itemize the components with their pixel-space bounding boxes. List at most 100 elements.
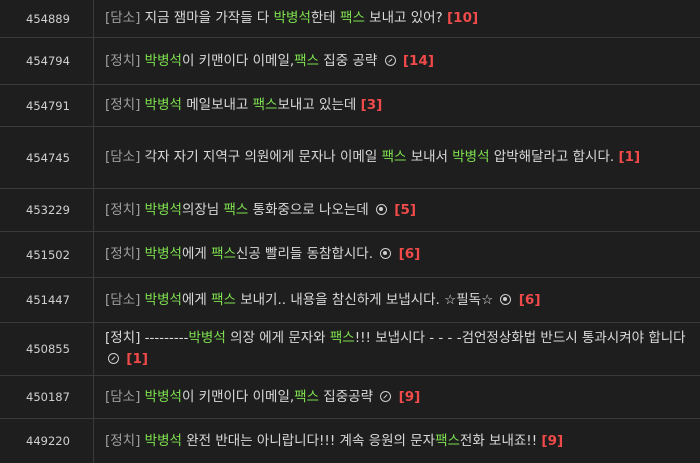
table-row[interactable]: 453229 [정치] 박병석의장님 팩스 통화중으로 나오는데 [5] (0, 189, 700, 232)
title-text: 에게 (181, 291, 212, 308)
title-text: 통화중으로 나오는데 (248, 201, 373, 218)
title-text: 에게 (181, 246, 212, 262)
highlighted-keyword: 박병석 (273, 10, 311, 26)
category-tag: [담소] (105, 149, 141, 165)
category-tag: [정치] (105, 201, 141, 218)
category-tag: [정치] (105, 97, 141, 113)
highlighted-keyword: 박병석 (144, 97, 182, 113)
title-text: 각자 자기 지역구 의원에게 문자나 이메일 (140, 149, 382, 165)
link-icon (108, 353, 119, 364)
column-divider (93, 323, 94, 375)
highlighted-keyword: 박병석 (144, 291, 182, 308)
highlighted-keyword: 박병석 (188, 330, 226, 346)
post-number: 449220 (26, 434, 70, 448)
photo-icon (376, 203, 387, 215)
post-title-link[interactable]: [담소] 각자 자기 지역구 의원에게 문자나 이메일 팩스 보내서 박병석 압… (103, 147, 700, 168)
post-title-link[interactable]: [정치] 박병석이 키맨이다 이메일,팩스 집중 공략 [14] (103, 51, 700, 72)
highlighted-keyword: 팩스 (329, 330, 355, 346)
highlighted-keyword: 팩스 (223, 201, 249, 218)
title-text: 이 키맨이다 이메일, (181, 52, 295, 69)
post-title-link[interactable]: [담소] 지금 잼마을 가작들 다 박병석한테 팩스 보내고 있어? [10] (103, 8, 700, 29)
post-number: 450855 (26, 342, 70, 356)
column-divider (93, 127, 94, 188)
column-divider (93, 232, 94, 277)
highlighted-keyword: 팩스 (435, 432, 460, 449)
title-text: 지금 잼마을 가작들 다 (140, 10, 274, 26)
post-number: 451447 (26, 293, 70, 307)
highlighted-keyword: 박병석 (144, 432, 182, 449)
comment-count[interactable]: [3] (361, 97, 383, 113)
highlighted-keyword: 박병석 (144, 201, 182, 218)
table-row[interactable]: 449220 [정치] 박병석 완전 반대는 아니랍니다!!! 계속 응원의 문자… (0, 419, 700, 463)
title-text: 이 키맨이다 이메일, (181, 388, 295, 405)
post-title-link[interactable]: [정치] ---------박병석 의장 에게 문자와 팩스!!! 보냅시다 -… (103, 328, 700, 370)
comment-count[interactable]: [14] (403, 53, 434, 69)
table-row[interactable]: 450855 [정치] ---------박병석 의장 에게 문자와 팩스!!! … (0, 323, 700, 376)
comment-count[interactable]: [10] (447, 10, 478, 26)
comment-count[interactable]: [1] (618, 149, 640, 165)
highlighted-keyword: 박병석 (452, 149, 490, 165)
highlighted-keyword: 팩스 (211, 291, 236, 308)
post-number: 454745 (26, 150, 70, 165)
title-text: 집중 공략 (319, 52, 382, 69)
title-text: !!! 보냅시다 - - - -검언정상화법 반드시 통과시켜야 합니다 (354, 330, 686, 346)
category-tag: [담소] (105, 291, 141, 308)
highlighted-keyword: 팩스 (252, 97, 278, 113)
post-list: 454889 [담소] 지금 잼마을 가작들 다 박병석한테 팩스 보내고 있어?… (0, 0, 700, 463)
column-divider (93, 419, 94, 463)
category-tag: [정치] (105, 52, 141, 69)
highlighted-keyword: 팩스 (211, 246, 236, 262)
comment-count[interactable]: [6] (399, 246, 421, 262)
column-divider (93, 85, 94, 126)
category-tag: [정치] (105, 432, 141, 449)
title-text: 의장님 (181, 201, 224, 218)
post-title-link[interactable]: [정치] 박병석의장님 팩스 통화중으로 나오는데 [5] (103, 200, 700, 221)
table-row[interactable]: 454791 [정치] 박병석 메일보내고 팩스보내고 있는데 [3] (0, 85, 700, 127)
highlighted-keyword: 팩스 (340, 10, 365, 26)
post-title-link[interactable]: [담소] 박병석에게 팩스 보내기.. 내용을 참신하게 보냅시다. ☆필독☆ … (103, 290, 700, 311)
post-title-link[interactable]: [정치] 박병석 완전 반대는 아니랍니다!!! 계속 응원의 문자팩스전화 보… (103, 431, 700, 452)
title-text: [정치] (105, 330, 141, 346)
title-text: 보내기.. 내용을 참신하게 보냅시다. ☆필독☆ (235, 291, 498, 308)
highlighted-keyword: 박병석 (144, 246, 182, 262)
post-title-link[interactable]: [정치] 박병석에게 팩스신공 빨리들 동참합시다. [6] (103, 244, 700, 265)
title-text: 보내고 있는데 (277, 97, 361, 113)
post-number: 450187 (26, 390, 70, 404)
post-number: 453229 (26, 203, 70, 217)
table-row[interactable]: 454745 [담소] 각자 자기 지역구 의원에게 문자나 이메일 팩스 보내서… (0, 127, 700, 189)
title-text: 보내서 (406, 149, 453, 165)
column-divider (93, 278, 94, 322)
highlighted-keyword: 박병석 (144, 52, 182, 69)
title-text: 의장 에게 문자와 (225, 330, 330, 346)
comment-count[interactable]: [5] (394, 202, 416, 218)
comment-count[interactable]: [1] (126, 351, 148, 367)
title-text: 신공 빨리들 동참합시다. (235, 246, 378, 262)
column-divider (93, 189, 94, 231)
comment-count[interactable]: [9] (399, 389, 421, 405)
photo-icon (500, 293, 512, 305)
category-tag: [정치] (105, 246, 141, 262)
title-text: --------- (140, 330, 189, 346)
highlighted-keyword: 팩스 (294, 388, 320, 405)
comment-count[interactable]: [6] (519, 292, 541, 308)
post-number: 454889 (26, 11, 70, 26)
title-text: 압박해달라고 합시다. (489, 149, 619, 165)
comment-count[interactable]: [9] (541, 433, 563, 449)
table-row[interactable]: 450187 [담소] 박병석이 키맨이다 이메일,팩스 집중공략 [9] (0, 376, 700, 419)
table-row[interactable]: 454889 [담소] 지금 잼마을 가작들 다 박병석한테 팩스 보내고 있어?… (0, 0, 700, 38)
title-text: 보내고 있어? (364, 10, 448, 26)
post-title-link[interactable]: [담소] 박병석이 키맨이다 이메일,팩스 집중공략 [9] (103, 387, 700, 408)
table-row[interactable]: 454794 [정치] 박병석이 키맨이다 이메일,팩스 집중 공략 [14] (0, 38, 700, 85)
highlighted-keyword: 박병석 (144, 388, 182, 405)
post-title-link[interactable]: [정치] 박병석 메일보내고 팩스보내고 있는데 [3] (103, 95, 700, 116)
table-row[interactable]: 451447 [담소] 박병석에게 팩스 보내기.. 내용을 참신하게 보냅시다.… (0, 278, 700, 323)
title-text: 전화 보내죠!! (459, 432, 542, 449)
category-tag: [담소] (105, 388, 141, 405)
link-icon (384, 54, 396, 66)
column-divider (93, 376, 94, 418)
highlighted-keyword: 팩스 (294, 52, 320, 69)
title-text: 메일보내고 (181, 97, 253, 113)
link-icon (380, 390, 392, 402)
table-row[interactable]: 451502 [정치] 박병석에게 팩스신공 빨리들 동참합시다. [6] (0, 232, 700, 278)
title-text: 완전 반대는 아니랍니다!!! 계속 응원의 문자 (181, 432, 436, 449)
